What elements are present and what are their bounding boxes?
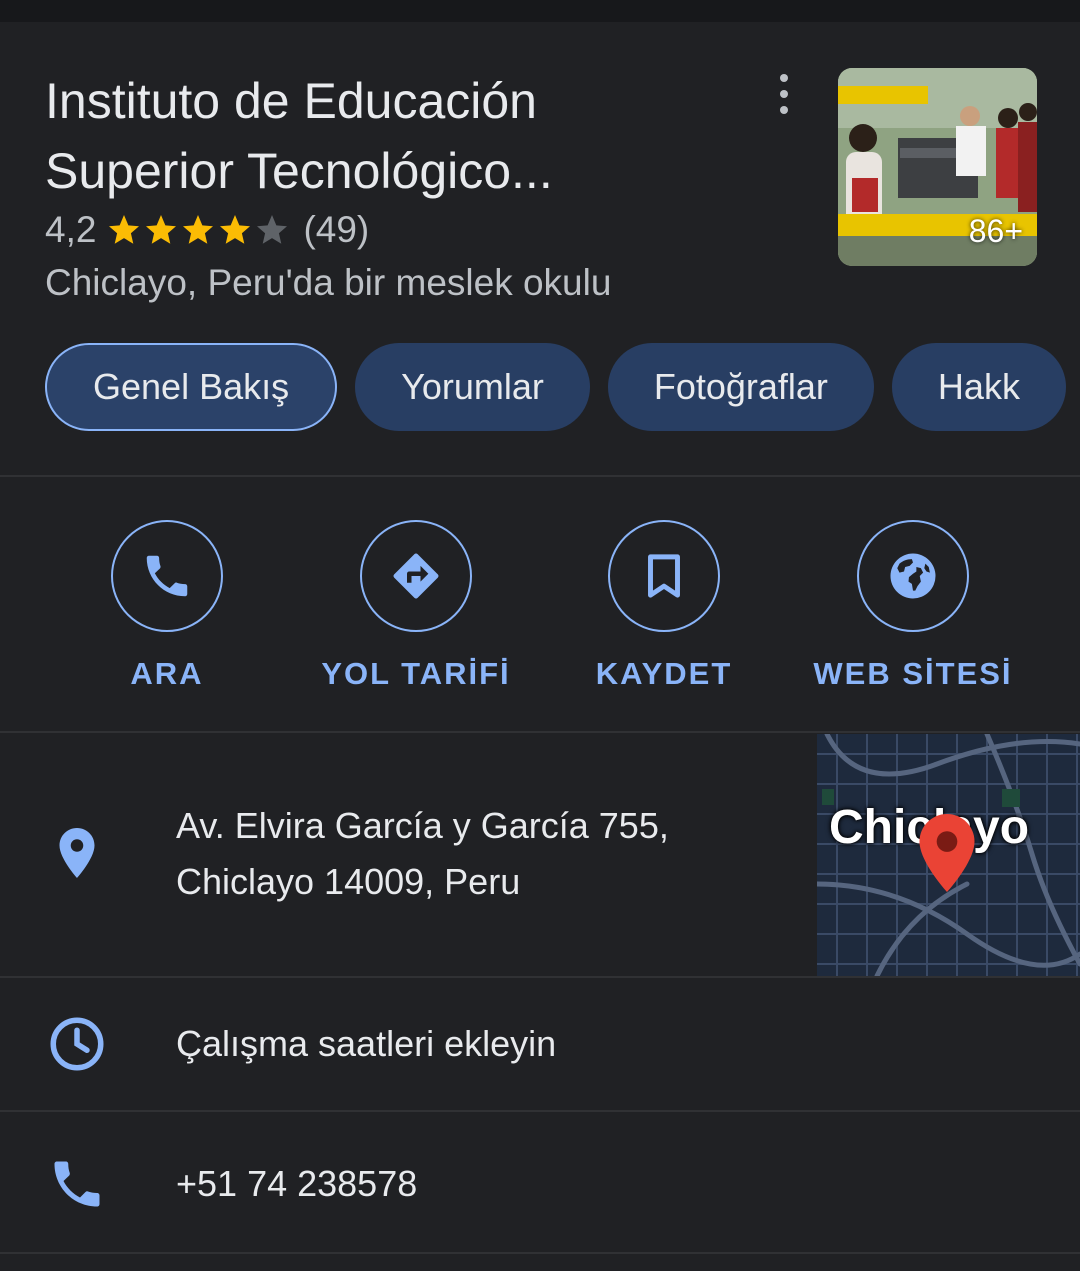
tab-bar: Genel Bakış Yorumlar Fotoğraflar Hakk [45,343,1080,431]
directions-button-circle[interactable] [360,520,472,632]
directions-button-label: YOL TARİFİ [321,656,511,691]
location-pin-icon [47,823,107,883]
star-filled-icon [146,215,177,244]
call-button-label: ARA [130,656,204,691]
phone-icon [47,1154,107,1214]
review-count: (49) [303,209,370,250]
phone-row[interactable]: +51 74 238578 [0,1112,1080,1252]
tab-reviews[interactable]: Yorumlar [355,343,590,431]
directions-button[interactable]: YOL TARİFİ [306,520,526,692]
phone-text: +51 74 238578 [176,1163,418,1204]
divider [0,475,1080,477]
map-preview[interactable]: Chiclayo [817,734,1080,976]
website-button-circle[interactable] [857,520,969,632]
bookmark-icon [648,554,680,598]
save-button-circle[interactable] [608,520,720,632]
place-photo-thumbnail[interactable]: 86+ [838,68,1037,266]
rating-stars [106,212,291,248]
place-header: Instituto de Educación Superior Tecnológ… [0,22,1080,477]
globe-icon [890,553,936,599]
tab-photos[interactable]: Fotoğraflar [607,343,874,431]
place-title-line2: Superior Tecnológico... [45,143,553,199]
star-empty-icon [257,215,288,244]
status-bar-strip [0,0,1080,22]
address-line1: Av. Elvira García y García 755, [176,805,669,846]
tab-about[interactable]: Hakk [891,343,1066,431]
more-options-icon[interactable] [770,74,798,114]
photo-count: 86+ [968,213,1023,249]
clock-icon [47,1014,107,1074]
place-category: Chiclayo, Peru'da bir meslek okulu [45,262,612,303]
tab-overview[interactable]: Genel Bakış [45,343,338,431]
website-button-label: WEB SİTESİ [813,656,1013,691]
star-filled-icon [183,215,214,244]
website-button[interactable]: WEB SİTESİ [803,520,1023,692]
rating-value: 4,2 [45,209,97,250]
directions-icon [393,553,439,599]
hours-text: Çalışma saatleri ekleyin [176,1023,557,1064]
place-title: Instituto de Educación Superior Tecnológ… [45,66,745,206]
address-text: Av. Elvira García y García 755, Chiclayo… [176,798,669,910]
call-button-circle[interactable] [111,520,223,632]
save-button[interactable]: KAYDET [554,520,774,692]
action-buttons: ARA YOL TARİFİ KAYDET WEB SİTESİ [0,520,1080,700]
rating-row[interactable]: 4,2 (49) [45,208,369,252]
star-filled-icon [220,215,251,244]
phone-icon [146,555,188,597]
call-button[interactable]: ARA [57,520,277,692]
map-pin-icon [919,814,975,892]
divider [0,1252,1080,1254]
place-title-line1: Instituto de Educación [45,73,537,129]
hours-row[interactable]: Çalışma saatleri ekleyin [0,978,1080,1110]
star-filled-icon [109,215,140,244]
address-line2: Chiclayo 14009, Peru [176,861,521,902]
save-button-label: KAYDET [595,656,733,691]
